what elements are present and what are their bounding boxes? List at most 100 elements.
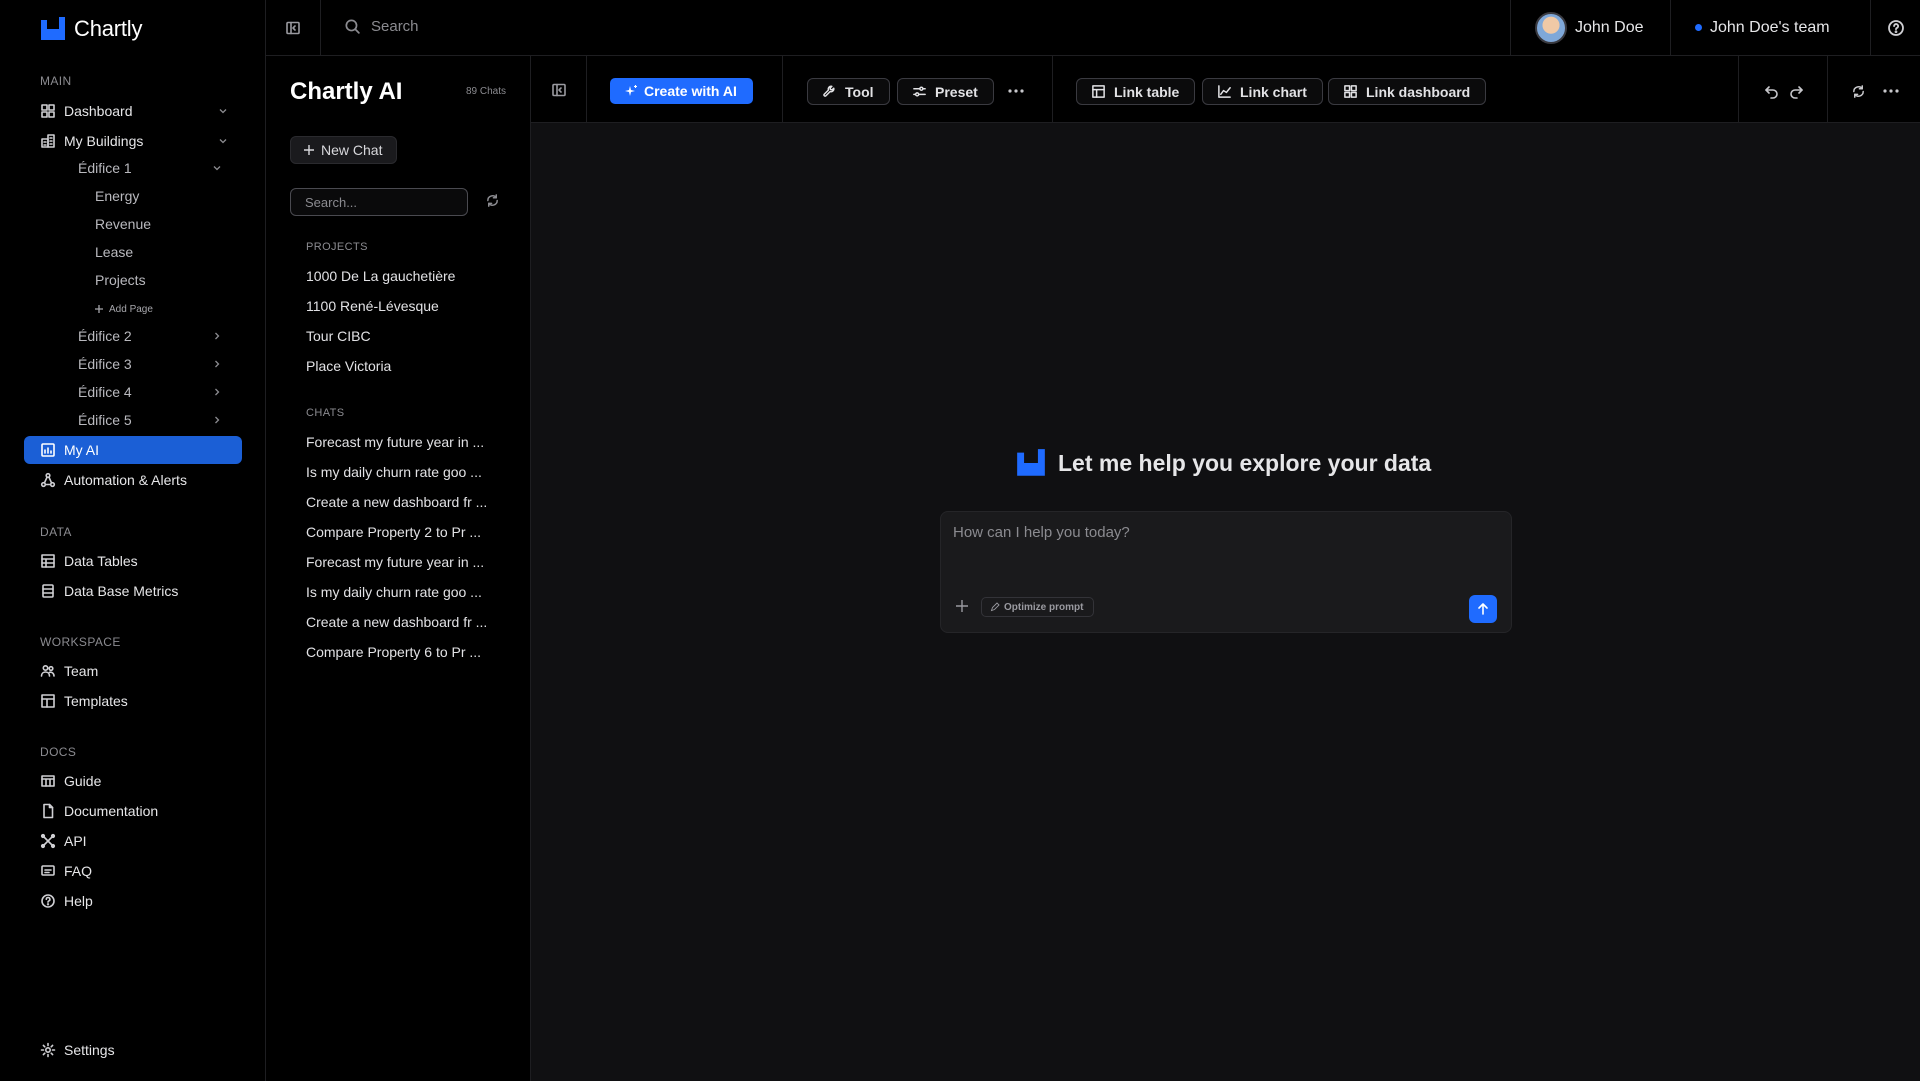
- sidebar-toggle-icon: [551, 83, 566, 96]
- new-chat-button[interactable]: New Chat: [290, 136, 398, 164]
- sidebar-item-label: FAQ: [64, 863, 93, 879]
- chat-item[interactable]: Create a new dashboard fr ...: [306, 490, 506, 514]
- building-icon: [41, 134, 55, 148]
- chat-item[interactable]: Compare Property 6 to Pr ...: [306, 640, 506, 664]
- sidebar-item-edifice-5[interactable]: Édifice 5: [78, 408, 238, 432]
- link-table-button[interactable]: Link table: [1076, 78, 1196, 105]
- toolbar: Create with AI Tool Preset Link table Li…: [531, 56, 1920, 123]
- create-with-ai-button[interactable]: Create with AI: [610, 78, 753, 104]
- collapse-sidebar-button[interactable]: [266, 0, 321, 55]
- prompt-input[interactable]: [953, 524, 1493, 574]
- sidebar-item-label: Édifice 5: [78, 412, 132, 428]
- sidebar-item-documentation[interactable]: Documentation: [24, 797, 242, 825]
- global-search[interactable]: Search: [344, 18, 419, 35]
- sidebar-page-lease[interactable]: Lease: [95, 240, 133, 264]
- sidebar-item-data-tables[interactable]: Data Tables: [24, 547, 242, 575]
- link-chart-button[interactable]: Link chart: [1202, 78, 1323, 105]
- sidebar-item-label: Édifice 4: [78, 384, 132, 400]
- template-icon: [41, 694, 55, 708]
- link-dashboard-label: Link dashboard: [1366, 83, 1471, 100]
- app-logo[interactable]: Chartly: [40, 16, 142, 42]
- help-button[interactable]: [1870, 0, 1920, 55]
- sidebar-page-revenue[interactable]: Revenue: [95, 212, 151, 236]
- document-icon: [43, 803, 54, 819]
- user-menu[interactable]: John Doe: [1510, 0, 1670, 55]
- sparkle-icon: [625, 85, 637, 96]
- sidebar-item-faq[interactable]: FAQ: [24, 857, 242, 885]
- sidebar-item-help[interactable]: Help: [24, 887, 242, 915]
- sidebar-item-templates[interactable]: Templates: [24, 687, 242, 715]
- team-switcher[interactable]: John Doe's team: [1670, 0, 1870, 55]
- table-icon: [41, 554, 55, 568]
- sidebar-item-label: Team: [64, 663, 99, 679]
- sidebar-item-automation[interactable]: Automation & Alerts: [24, 466, 242, 494]
- link-chart-label: Link chart: [1240, 83, 1307, 100]
- sidebar-page-projects[interactable]: Projects: [95, 268, 146, 292]
- guide-icon: [41, 775, 55, 787]
- undo-button[interactable]: [1761, 80, 1783, 102]
- sidebar-item-edifice-4[interactable]: Édifice 4: [78, 380, 238, 404]
- more-horizontal-icon: [1883, 89, 1899, 93]
- plus-icon: [95, 305, 103, 313]
- preset-label: Preset: [935, 83, 978, 100]
- project-item[interactable]: Tour CIBC: [306, 324, 506, 348]
- sidebar-item-team[interactable]: Team: [24, 657, 242, 685]
- chat-item[interactable]: Compare Property 2 to Pr ...: [306, 520, 506, 544]
- sidebar-item-settings[interactable]: Settings: [24, 1036, 242, 1064]
- link-chart-icon: [1218, 85, 1231, 98]
- undo-icon: [1765, 86, 1778, 99]
- more-options-button[interactable]: [1880, 80, 1902, 102]
- refresh-icon: [487, 194, 498, 207]
- collapse-chat-panel-button[interactable]: [531, 56, 587, 123]
- sidebar-item-edifice-1[interactable]: Édifice 1: [78, 156, 238, 180]
- chat-item[interactable]: Forecast my future year in ...: [306, 430, 506, 454]
- optimize-prompt-button[interactable]: Optimize prompt: [981, 597, 1095, 617]
- link-dashboard-icon: [1344, 85, 1357, 98]
- section-data-label: DATA: [40, 525, 72, 539]
- attach-button[interactable]: [955, 599, 969, 613]
- chat-item[interactable]: Is my daily churn rate goo ...: [306, 460, 506, 484]
- chat-search-input[interactable]: [290, 188, 468, 216]
- more-options-button[interactable]: [1005, 80, 1027, 102]
- chevron-down-icon: [213, 166, 221, 171]
- chat-item[interactable]: Create a new dashboard fr ...: [306, 610, 506, 634]
- tool-button[interactable]: Tool: [807, 78, 890, 105]
- sidebar-item-label: Édifice 2: [78, 328, 132, 344]
- sidebar-item-label: Data Tables: [64, 553, 138, 569]
- send-button[interactable]: [1469, 595, 1497, 623]
- faq-icon: [41, 865, 55, 876]
- section-docs-label: DOCS: [40, 745, 77, 759]
- refresh-button[interactable]: [485, 193, 500, 208]
- sidebar-item-dashboard[interactable]: Dashboard: [24, 97, 242, 125]
- project-item[interactable]: 1100 René-Lévesque: [306, 294, 506, 318]
- sidebar-item-edifice-3[interactable]: Édifice 3: [78, 352, 238, 376]
- link-dashboard-button[interactable]: Link dashboard: [1328, 78, 1487, 105]
- chevron-right-icon: [215, 360, 220, 368]
- sidebar-item-my-ai[interactable]: My AI: [24, 436, 242, 464]
- sidebar-item-label: Édifice 1: [78, 160, 132, 176]
- refresh-button[interactable]: [1847, 80, 1869, 102]
- project-item[interactable]: 1000 De La gauchetière: [306, 264, 506, 288]
- sidebar-item-label: My AI: [64, 442, 100, 458]
- chat-item[interactable]: Forecast my future year in ...: [306, 550, 506, 574]
- sidebar-page-energy[interactable]: Energy: [95, 184, 139, 208]
- sidebar-item-my-buildings[interactable]: My Buildings: [24, 127, 242, 155]
- create-with-ai-label: Create with AI: [644, 83, 737, 99]
- chevron-right-icon: [215, 416, 220, 424]
- sidebar-item-guide[interactable]: Guide: [24, 767, 242, 795]
- redo-button[interactable]: [1785, 80, 1807, 102]
- sidebar-item-label: Help: [64, 893, 93, 909]
- sidebar-item-label: Documentation: [64, 803, 159, 819]
- project-item[interactable]: Place Victoria: [306, 354, 506, 378]
- sidebar-item-edifice-2[interactable]: Édifice 2: [78, 324, 238, 348]
- preset-button[interactable]: Preset: [897, 78, 994, 105]
- sidebar-item-data-base-metrics[interactable]: Data Base Metrics: [24, 577, 242, 605]
- gear-icon: [40, 1042, 56, 1058]
- team-status-dot: [1695, 24, 1702, 31]
- chartly-logo-icon: [41, 17, 65, 40]
- sidebar-item-api[interactable]: API: [24, 827, 242, 855]
- add-page-button[interactable]: Add Page: [94, 299, 153, 319]
- sidebar-toggle-icon: [286, 21, 300, 34]
- avatar: [1535, 11, 1567, 44]
- chat-item[interactable]: Is my daily churn rate goo ...: [306, 580, 506, 604]
